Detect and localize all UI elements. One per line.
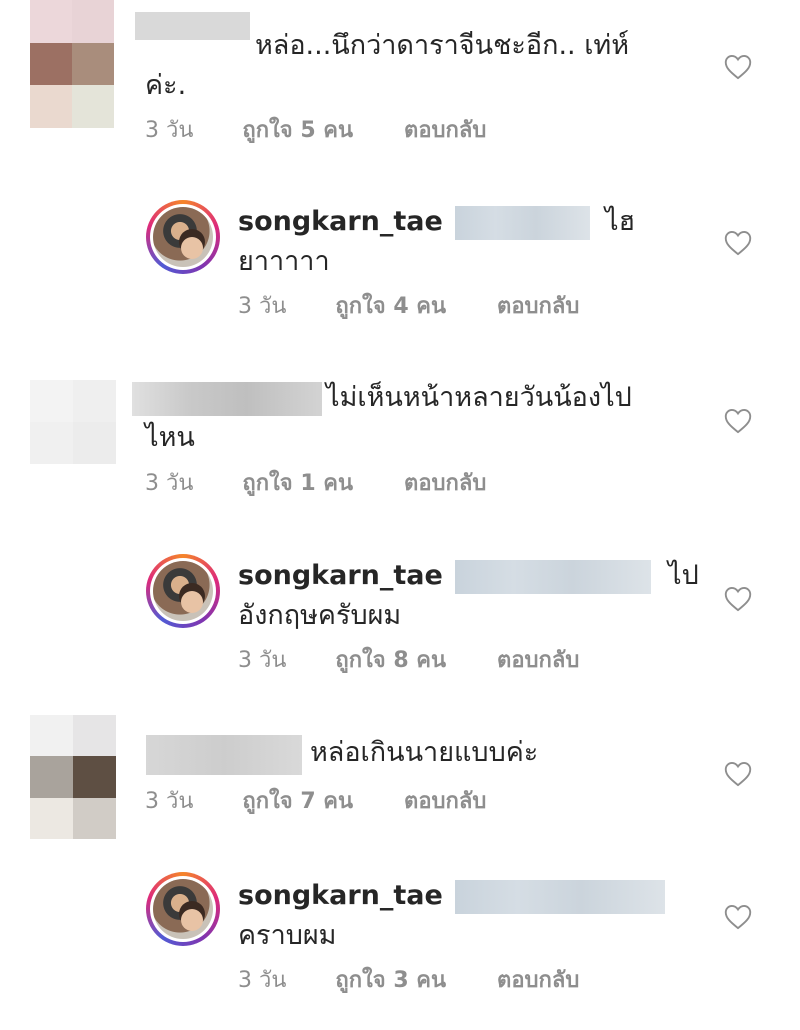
comment-text-continued: ไหน [145,422,195,453]
comment-time: 3 วัน [145,789,194,814]
comment-text-continued: ยาาาาา [238,246,330,277]
reply-button[interactable]: ตอบกลับ [404,116,486,146]
comment-row: หล่อเกินนายแบบค่ะ 3 วัน ถูกใจ 7 คน ตอบกล… [0,695,800,850]
comment-meta: 3 วัน ถูกใจ 7 คน ตอบกลับ [145,787,486,817]
comment-time: 3 วัน [238,294,287,319]
pixelated-avatar[interactable] [30,380,116,464]
comment-text-continued: ค่ะ. [145,70,187,101]
comment-line: songkarn_tae ไฮ [238,202,635,242]
heart-outline-icon[interactable] [724,586,752,612]
comment-username[interactable]: songkarn_tae [238,206,443,237]
comment-text: หล่อเกินนายแบบค่ะ [310,737,539,768]
comment-meta: 3 วัน ถูกใจ 1 คน ตอบกลับ [145,469,486,499]
blurred-mention [455,205,591,240]
heart-outline-icon[interactable] [724,54,752,80]
avatar[interactable] [146,200,220,274]
blurred-username [132,382,322,416]
comment-meta: 3 วัน ถูกใจ 4 คน ตอบกลับ [238,292,579,322]
heart-outline-icon[interactable] [724,230,752,256]
reply-button[interactable]: ตอบกลับ [404,469,486,499]
pixelated-avatar[interactable] [30,715,116,839]
avatar[interactable] [146,554,220,628]
comment-username[interactable]: songkarn_tae [238,880,443,911]
comment-likes[interactable]: ถูกใจ 8 คน [335,646,446,676]
comment-text-continued: อังกฤษครับผม [238,600,402,631]
reply-button[interactable]: ตอบกลับ [497,292,579,322]
heart-outline-icon[interactable] [724,761,752,787]
comment-time: 3 วัน [145,471,194,496]
reply-button[interactable]: ตอบกลับ [404,787,486,817]
comment-time: 3 วัน [238,648,287,673]
reply-row: songkarn_tae ไฮ ยาาาาา 3 วัน ถูกใจ 4 คน … [0,170,800,340]
comment-line: songkarn_tae ไป [238,556,699,596]
comment-likes[interactable]: ถูกใจ 1 คน [242,469,353,499]
comment-likes[interactable]: ถูกใจ 3 คน [335,966,446,996]
avatar[interactable] [146,872,220,946]
reply-row: songkarn_tae คราบผม 3 วัน ถูกใจ 3 คน ตอบ… [0,850,800,1030]
comment-meta: 3 วัน ถูกใจ 8 คน ตอบกลับ [238,646,579,676]
comment-likes[interactable]: ถูกใจ 5 คน [242,116,353,146]
comment-row: หล่อ...นึกว่าดาราจีนชะอีก.. เท่ห์ ค่ะ. 3… [0,0,800,160]
reply-row: songkarn_tae ไป อังกฤษครับผม 3 วัน ถูกใจ… [0,520,800,695]
comment-time: 3 วัน [145,118,194,143]
comment-likes[interactable]: ถูกใจ 7 คน [242,787,353,817]
comment-text: หล่อ...นึกว่าดาราจีนชะอีก.. เท่ห์ [255,30,630,61]
comment-meta: 3 วัน ถูกใจ 3 คน ตอบกลับ [238,966,579,996]
comment-text-continued: คราบผม [238,920,337,951]
pixelated-avatar[interactable] [30,0,114,128]
blurred-username [146,735,302,775]
reply-button[interactable]: ตอบกลับ [497,966,579,996]
comment-meta: 3 วัน ถูกใจ 5 คน ตอบกลับ [145,116,486,146]
comment-time: 3 วัน [238,968,287,993]
comment-row: ไม่เห็นหน้าหลายวันน้องไป ไหน 3 วัน ถูกใจ… [0,340,800,520]
reply-button[interactable]: ตอบกลับ [497,646,579,676]
blurred-mention [455,879,666,914]
heart-outline-icon[interactable] [724,408,752,434]
comment-text: ไป [668,560,699,591]
comment-text: ไม่เห็นหน้าหลายวันน้องไป [326,382,632,413]
comment-text: ไฮ [605,206,636,237]
comment-line: songkarn_tae [238,876,666,916]
heart-outline-icon[interactable] [724,904,752,930]
blurred-username [135,12,250,40]
comment-likes[interactable]: ถูกใจ 4 คน [335,292,446,322]
blurred-mention [455,559,652,594]
comment-username[interactable]: songkarn_tae [238,560,443,591]
